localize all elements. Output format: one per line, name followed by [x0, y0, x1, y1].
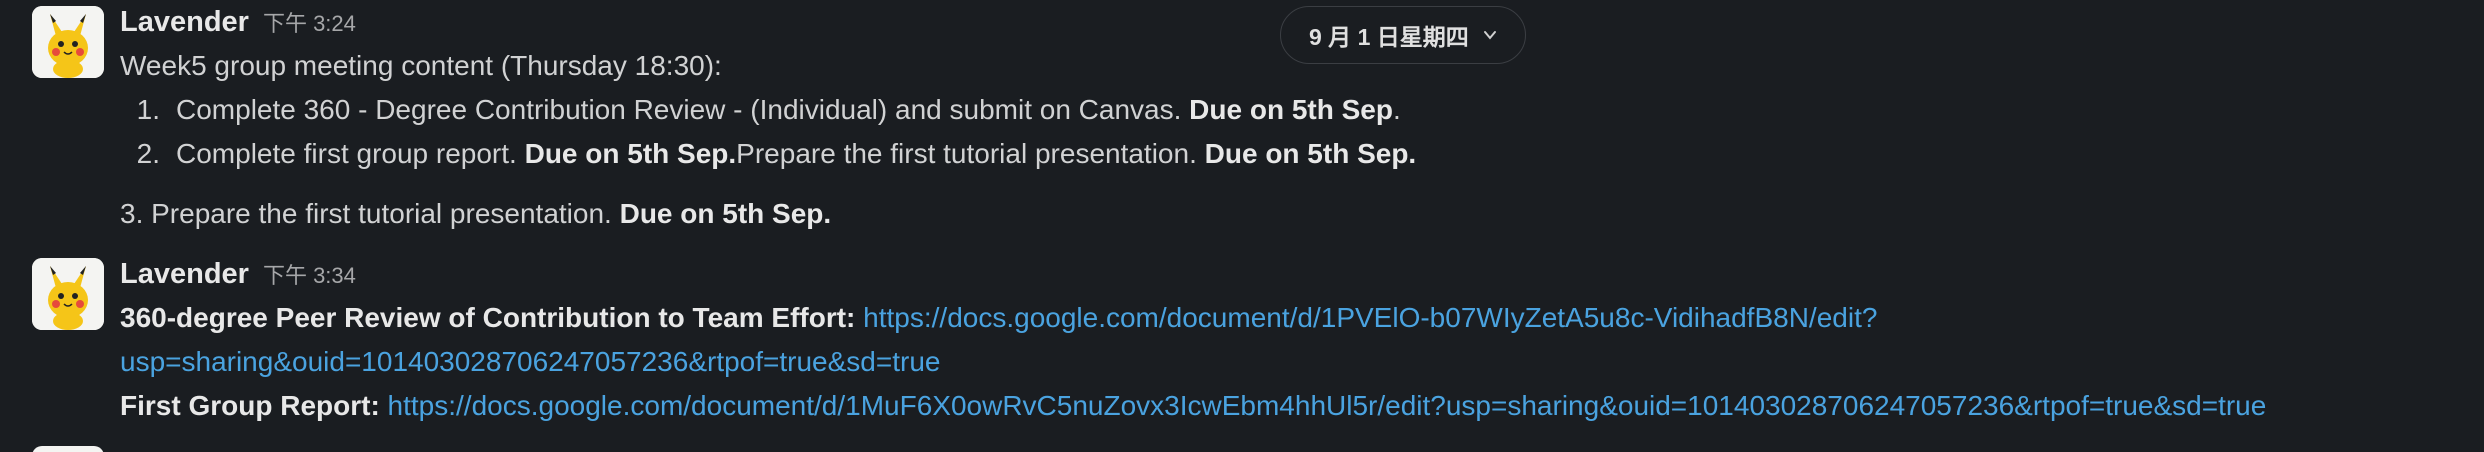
- message-2[interactable]: Lavender 下午 3:34 360-degree Peer Review …: [32, 258, 2464, 438]
- message-header: Lavender 下午 3:34: [120, 258, 356, 300]
- peer-review-link[interactable]: https://docs.google.com/document/d/1PVEl…: [863, 302, 1877, 333]
- date-divider-button[interactable]: 9 月 1 日星期四: [1280, 6, 1526, 64]
- group-report-link[interactable]: https://docs.google.com/document/d/1MuF6…: [388, 390, 2267, 421]
- due-date: Due on 5th Sep.: [1204, 138, 1417, 169]
- message-header: Lavender 下午 3:24: [120, 6, 356, 48]
- author-name[interactable]: Lavender: [120, 258, 249, 291]
- list-number: 1.: [136, 94, 160, 125]
- peer-review-link-continued[interactable]: usp=sharing&ouid=101403028706247057236&r…: [120, 346, 940, 377]
- date-label: 9 月 1 日星期四: [1309, 24, 1469, 50]
- group-report-label: First Group Report:: [120, 390, 380, 421]
- list-item-2: 2. Complete first group report. Due on 5…: [120, 132, 1720, 176]
- message-intro: Week5 group meeting content (Thursday 18…: [120, 50, 722, 81]
- list-number: 2.: [136, 138, 160, 169]
- author-name[interactable]: Lavender: [120, 6, 249, 39]
- peer-review-label: 360-degree Peer Review of Contribution t…: [120, 302, 856, 333]
- message-1[interactable]: Lavender 下午 3:24 Week5 group meeting con…: [32, 6, 2464, 236]
- due-date: Due on 5th Sep: [1189, 94, 1393, 125]
- list-item-1: 1. Complete 360 - Degree Contribution Re…: [120, 88, 1720, 132]
- due-date: Due on 5th Sep.: [619, 198, 832, 229]
- list-text: Complete 360 - Degree Contribution Revie…: [176, 94, 1401, 125]
- group-report-line: First Group Report: https://docs.google.…: [120, 384, 2266, 428]
- due-date: Due on 5th Sep.: [524, 138, 737, 169]
- next-message-avatar[interactable]: [32, 446, 104, 452]
- message-paragraph: 3. Prepare the first tutorial presentati…: [120, 198, 832, 229]
- chevron-down-icon: [1483, 31, 1496, 40]
- message-timestamp[interactable]: 下午 3:24: [263, 6, 356, 38]
- peer-review-link-cont: usp=sharing&ouid=101403028706247057236&r…: [120, 340, 940, 384]
- message-timestamp[interactable]: 下午 3:34: [263, 258, 356, 290]
- peer-review-line: 360-degree Peer Review of Contribution t…: [120, 296, 1877, 340]
- message-pane: Lavender 下午 3:24 Week5 group meeting con…: [0, 0, 2484, 452]
- list-text: Complete first group report. Due on 5th …: [176, 138, 1417, 169]
- pikachu-avatar-icon[interactable]: [32, 258, 104, 330]
- pikachu-avatar-icon[interactable]: [32, 6, 104, 78]
